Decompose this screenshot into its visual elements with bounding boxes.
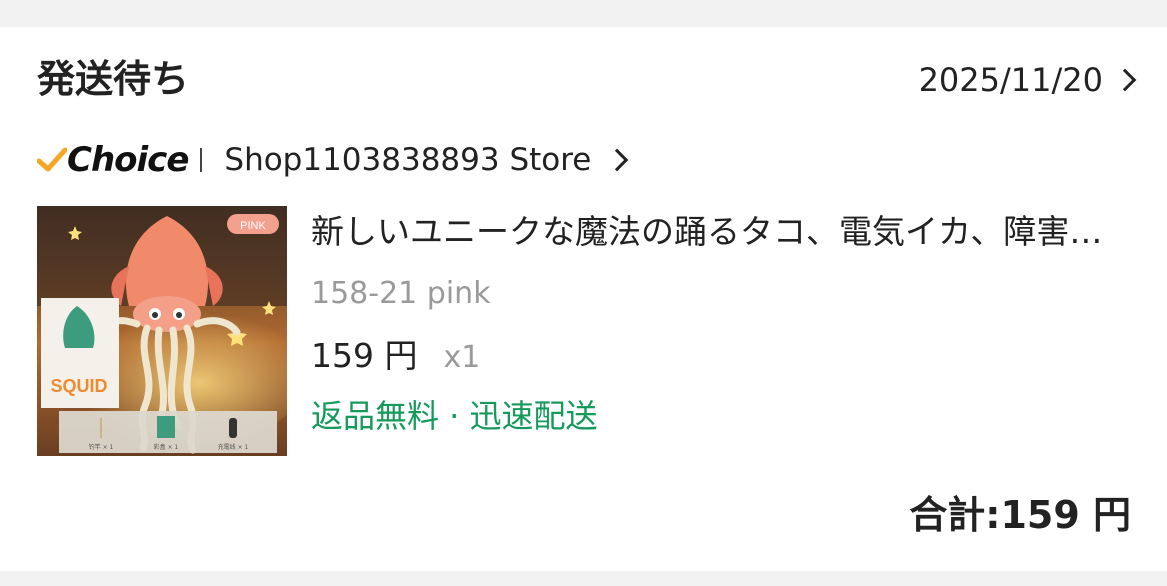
product-price: 159 円 [311, 336, 418, 375]
product-image[interactable]: PINK SQUID 钓竿 × 1 彩盒 × 1 充電线 × 1 [37, 206, 287, 456]
product-title[interactable]: 新しいユニークな魔法の踊るタコ、電気イカ、障害物回避機能付き [311, 210, 1126, 254]
accessory-label: 钓竿 × 1 [89, 443, 114, 451]
store-row: Choice Shop1103838893 Store [37, 138, 629, 182]
divider [200, 148, 203, 172]
accessory-label: 充電线 × 1 [218, 443, 249, 451]
box-label: SQUID [50, 376, 107, 396]
product-quantity: x1 [443, 340, 481, 375]
accessory-label: 彩盒 × 1 [154, 443, 179, 451]
order-date: 2025/11/20 [918, 61, 1103, 99]
choice-label: Choice [67, 140, 189, 180]
order-date-link[interactable]: 2025/11/20 [918, 60, 1137, 100]
image-tag: PINK [240, 220, 266, 232]
choice-badge: Choice [37, 140, 189, 180]
shipping-perks: 返品無料 · 迅速配送 [311, 397, 598, 435]
product-variant: 158-21 pink [311, 276, 491, 311]
order-card[interactable]: 発送待ち 2025/11/20 Choice Shop1103838893 St… [0, 27, 1167, 571]
store-link[interactable]: Shop1103838893 Store [224, 142, 629, 178]
store-name: Shop1103838893 Store [224, 142, 592, 178]
product-info: 新しいユニークな魔法の踊るタコ、電気イカ、障害物回避機能付き 158-21 pi… [311, 210, 1131, 436]
price-row: 159 円 x1 [311, 336, 1131, 378]
chevron-right-icon [606, 148, 629, 172]
order-total: 合計:159 円 [909, 493, 1131, 537]
order-status: 発送待ち [37, 57, 190, 101]
chevron-right-icon [1113, 68, 1137, 92]
checkmark-icon [37, 147, 67, 172]
